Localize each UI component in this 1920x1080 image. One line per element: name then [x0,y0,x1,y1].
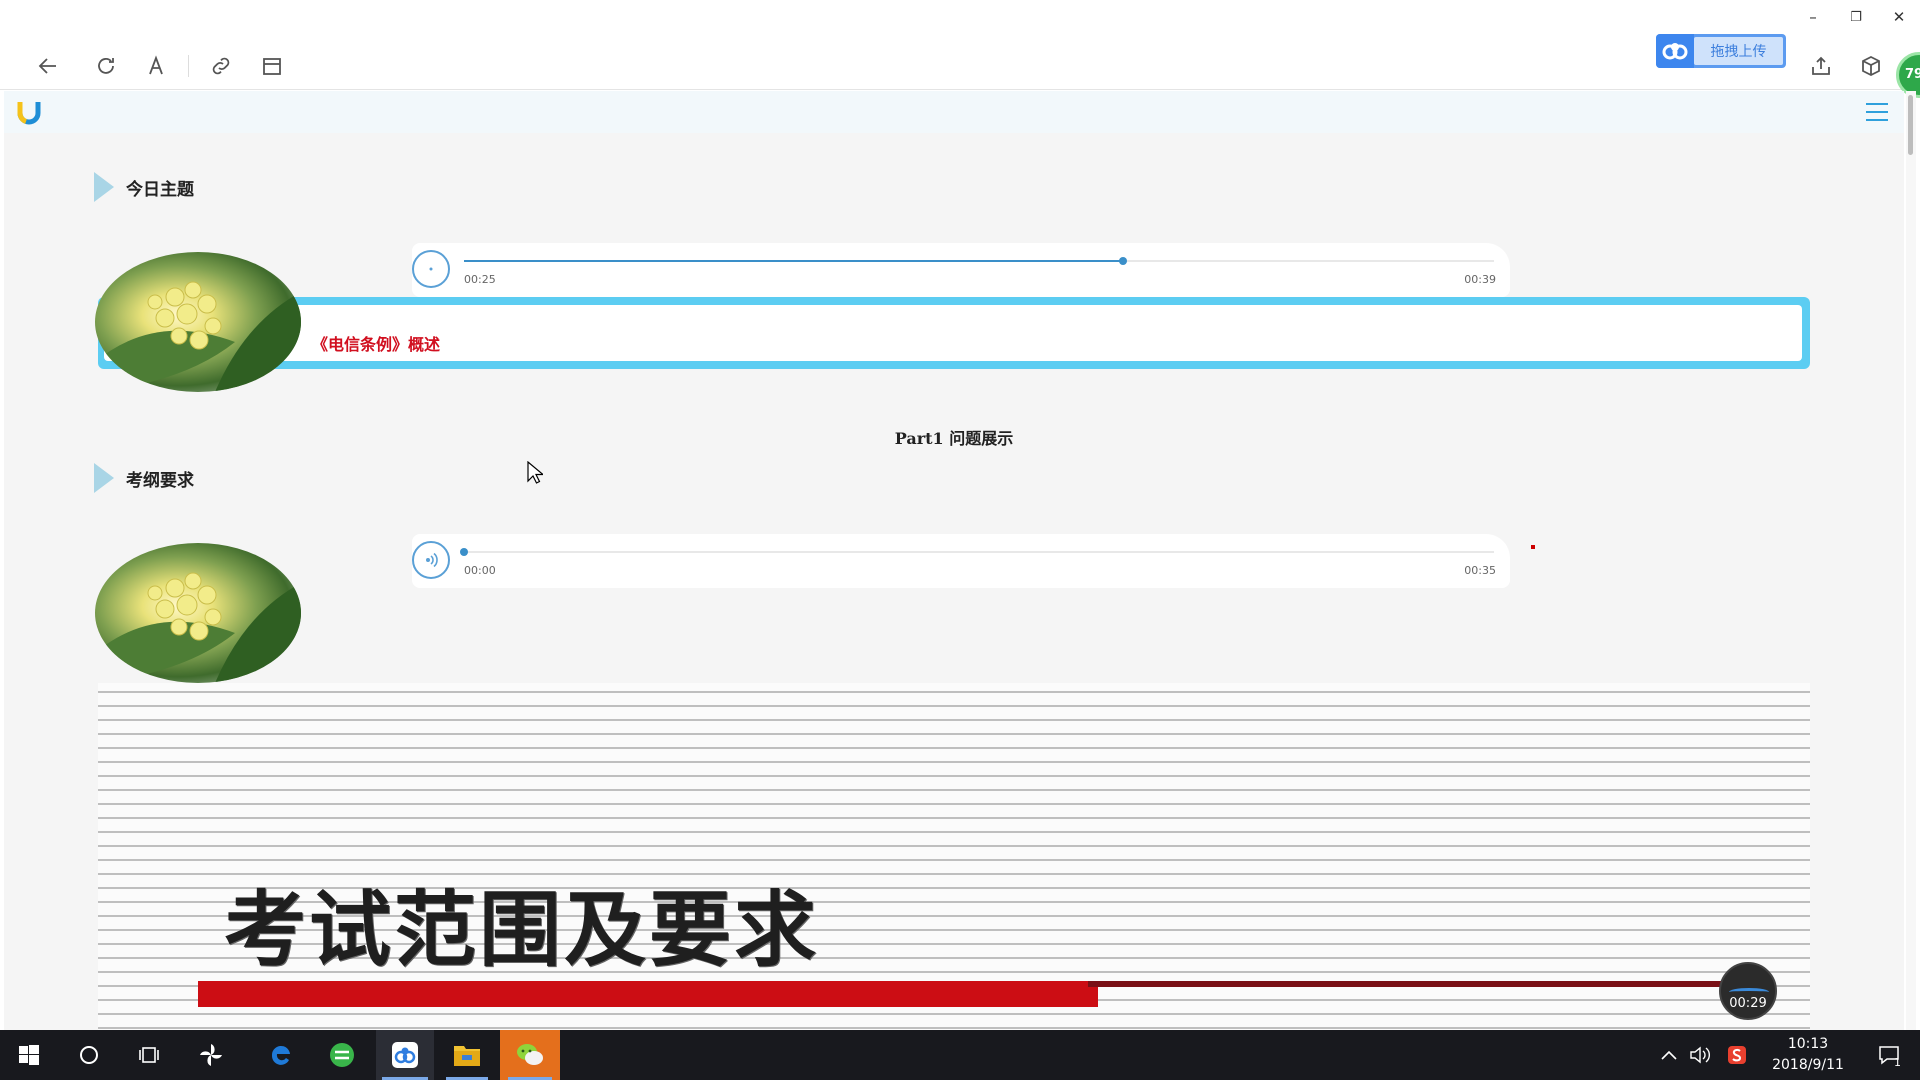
slide-title: 考试范围及要求 [224,882,820,978]
pinwheel-app-icon[interactable] [182,1030,240,1080]
audio-progress-track[interactable] [460,548,1494,556]
system-clock[interactable]: 10:13 2018/9/11 [1766,1034,1850,1076]
cube-icon[interactable] [1856,51,1886,81]
section-header-exam-outline: 考纲要求 [94,463,194,493]
red-marker-dot [1531,545,1535,549]
volume-icon[interactable] [1686,1030,1714,1080]
audio-player-2: 00:00 00:35 [412,534,1510,588]
window-icon[interactable] [257,51,287,81]
play-audio-button[interactable] [412,541,450,579]
flower-image [95,543,301,683]
flower-image [95,252,301,392]
scroll-thumb[interactable] [1908,95,1913,155]
start-icon[interactable] [0,1030,58,1080]
chevron-up-icon[interactable] [1656,1030,1682,1080]
audio-total-time: 00:39 [1464,273,1496,286]
audio-player-1: 00:25 00:39 [412,243,1510,297]
audio-total-time: 00:35 [1464,564,1496,577]
wave-icon [1729,988,1769,996]
audio-current-time: 00:00 [464,564,496,577]
toolbar-divider [188,55,189,77]
topic-text: 《电信条例》概述 [312,335,441,354]
pause-audio-button[interactable] [412,250,450,288]
red-bar-thick [198,981,1098,1007]
section-header-today-topic: 今日主题 [94,172,194,202]
sogou-input-icon[interactable] [1724,1030,1750,1080]
share-icon[interactable] [1806,51,1836,81]
red-bar-thin [1088,981,1758,987]
slide-red-bar [198,981,1758,1007]
font-icon[interactable] [141,51,171,81]
audio-progress-knob[interactable] [460,548,468,556]
clock-time: 10:13 [1787,1036,1829,1052]
file-explorer-icon[interactable] [438,1030,496,1080]
close-button[interactable]: ✕ [1884,6,1914,28]
lecture-slide: 考试范围及要求 [98,683,1810,1030]
part-title: Part1 问题展示 [894,429,1014,448]
triangle-marker-icon [94,172,114,202]
audio-progress-fill [464,260,1124,262]
audio-progress-track[interactable] [464,257,1494,265]
triangle-marker-icon [94,463,114,493]
section-title: 今日主题 [126,179,194,200]
mouse-cursor-icon [527,461,543,484]
link-icon[interactable] [206,51,236,81]
audio-current-time: 00:25 [464,273,496,286]
topic-banner-inner: 《电信条例》概述 [104,305,1802,361]
edge-icon[interactable] [252,1030,310,1080]
cortana-icon[interactable] [60,1030,118,1080]
notification-center-icon[interactable]: 1 [1866,1030,1912,1080]
page-scrollbar[interactable] [1906,91,1916,1030]
floating-timer-text: 00:29 [1729,996,1767,1011]
drag-upload-button[interactable]: 拖拽上传 [1656,34,1786,68]
minimize-button[interactable]: – [1798,6,1828,28]
upload-label: 拖拽上传 [1694,37,1783,65]
section-title: 考纲要求 [126,470,194,491]
topic-banner: 《电信条例》概述 [98,297,1810,369]
task-view-icon[interactable] [120,1030,178,1080]
green-browser-icon[interactable] [313,1030,371,1080]
refresh-icon[interactable] [91,51,121,81]
brand-logo-icon[interactable] [16,99,42,125]
clock-date: 2018/9/11 [1772,1057,1844,1073]
site-header [4,91,1904,133]
browser-toolbar: – ❐ ✕ 拖拽上传 79 [0,0,1920,98]
restore-button[interactable]: ❐ [1841,6,1871,28]
floating-timer-button[interactable]: 00:29 [1719,962,1777,1020]
audio-progress-knob[interactable] [1119,257,1128,265]
back-arrow-icon[interactable] [33,51,63,81]
hamburger-menu-icon[interactable] [1864,101,1890,123]
wechat-icon[interactable] [500,1030,560,1080]
baidu-cloud-icon [1656,34,1694,68]
baidu-netdisk-icon[interactable] [376,1030,434,1080]
notification-count: 1 [1894,1056,1901,1069]
windows-taskbar: 10:13 2018/9/11 1 [0,1030,1920,1080]
